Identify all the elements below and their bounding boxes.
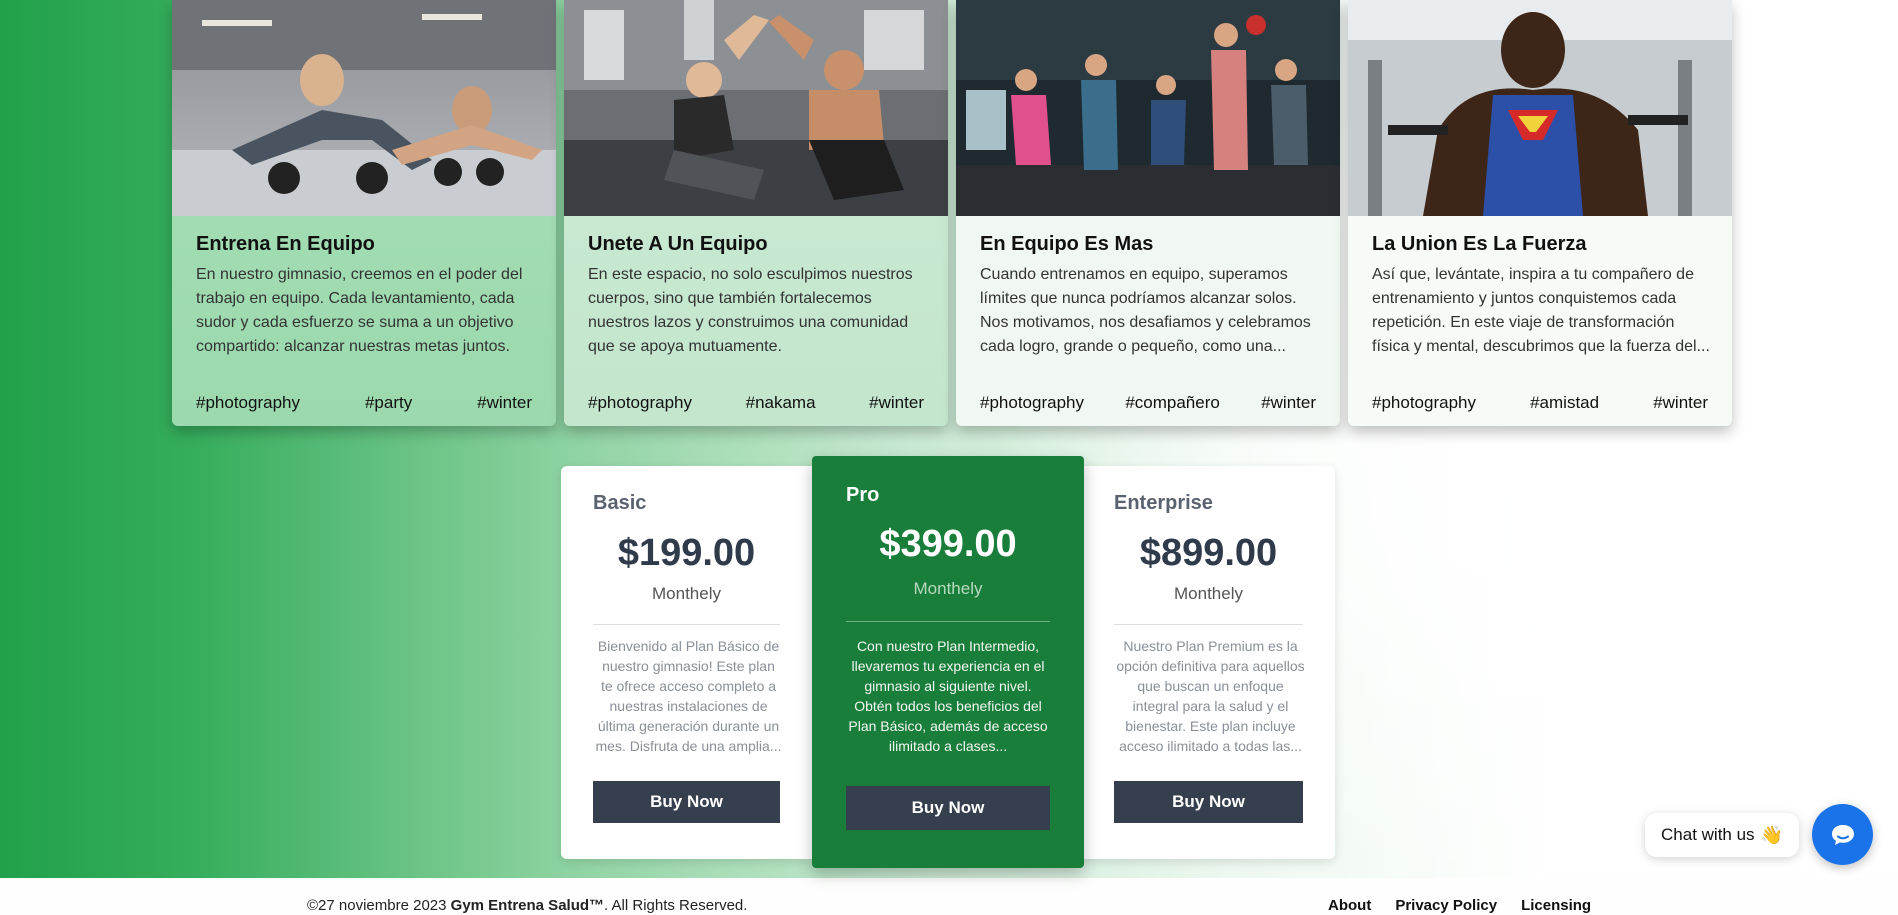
card-tag[interactable]: #party — [365, 393, 412, 413]
blog-card[interactable]: Unete A Un Equipo En este espacio, no so… — [564, 0, 948, 426]
card-title: En Equipo Es Mas — [980, 233, 1154, 255]
copyright-date: ©27 noviembre 2023 — [307, 897, 447, 914]
card-tag[interactable]: #photography — [980, 393, 1084, 413]
buy-now-button-enterprise[interactable]: Buy Now — [1114, 781, 1303, 823]
plan-period: Monthely — [913, 579, 983, 598]
brand-name: Gym Entrena Salud™ — [450, 897, 605, 914]
card-tag[interactable]: #winter — [1653, 393, 1708, 413]
card-tag[interactable]: #winter — [869, 393, 924, 413]
card-text: Cuando entrenamos en equipo, superamos l… — [980, 266, 1311, 355]
plan-price: $899.00 — [1139, 532, 1278, 574]
card-tag[interactable]: #compañero — [1125, 393, 1220, 413]
plan-card-basic: Basic $199.00 Monthely Bienvenido al Pla… — [561, 466, 812, 859]
footer: ©27 noviembre 2023 Gym Entrena Salud™. A… — [0, 878, 1898, 915]
plan-name: Pro — [846, 484, 880, 506]
card-text: En este espacio, no solo esculpimos nues… — [588, 266, 913, 355]
chat-with-us-button[interactable]: Chat with us 👋 — [1645, 813, 1799, 857]
plan-divider — [846, 621, 1050, 622]
card-title: Entrena En Equipo — [196, 233, 375, 255]
plan-name: Basic — [593, 492, 647, 514]
copyright-rights: . All Rights Reserved. — [604, 897, 748, 914]
card-text: En nuestro gimnasio, creemos en el poder… — [196, 266, 523, 355]
waving-hand-icon: 👋 — [1760, 824, 1783, 845]
card-text: Así que, levántate, inspira a tu compañe… — [1372, 266, 1710, 355]
card-tags: #photography #compañero #winter — [980, 393, 1316, 413]
plan-description: Bienvenido al Plan Básico de nuestro gim… — [595, 638, 782, 754]
chat-bubble-icon — [1831, 824, 1854, 845]
card-image-group-class — [956, 0, 1340, 216]
plan-divider — [1114, 624, 1303, 625]
plan-card-pro: Pro $399.00 Monthely Con nuestro Plan In… — [812, 456, 1084, 868]
card-tag[interactable]: #photography — [588, 393, 692, 413]
plan-price: $399.00 — [879, 523, 1017, 565]
footer-link-about[interactable]: About — [1328, 897, 1371, 914]
card-image-high-five — [564, 0, 948, 216]
card-title: Unete A Un Equipo — [588, 233, 768, 255]
copyright: ©27 noviembre 2023 Gym Entrena Salud™. A… — [307, 897, 747, 914]
plan-period: Monthely — [1174, 584, 1243, 603]
card-tags: #photography #party #winter — [196, 393, 532, 413]
blog-card[interactable]: Entrena En Equipo En nuestro gimnasio, c… — [172, 0, 556, 426]
chat-label: Chat with us — [1661, 825, 1755, 844]
footer-links: About Privacy Policy Licensing — [1328, 897, 1591, 914]
plan-price: $199.00 — [617, 532, 756, 574]
card-tag[interactable]: #photography — [196, 393, 300, 413]
blog-card[interactable]: En Equipo Es Mas Cuando entrenamos en eq… — [956, 0, 1340, 426]
chat-launcher-button[interactable] — [1812, 804, 1873, 865]
blog-card[interactable]: La Union Es La Fuerza Así que, levántate… — [1348, 0, 1732, 426]
card-tags: #photography #nakama #winter — [588, 393, 924, 413]
plan-card-enterprise: Enterprise $899.00 Monthely Nuestro Plan… — [1082, 466, 1335, 859]
card-tag[interactable]: #amistad — [1530, 393, 1599, 413]
plan-divider — [593, 624, 780, 625]
footer-link-privacy-policy[interactable]: Privacy Policy — [1395, 897, 1497, 914]
plan-period: Monthely — [652, 584, 721, 603]
card-tags: #photography #amistad #winter — [1372, 393, 1708, 413]
plan-name: Enterprise — [1114, 492, 1213, 514]
buy-now-button-pro[interactable]: Buy Now — [846, 786, 1050, 830]
card-image-team-pushups — [172, 0, 556, 216]
footer-link-licensing[interactable]: Licensing — [1521, 897, 1591, 914]
plan-description: Nuestro Plan Premium es la opción defini… — [1116, 638, 1305, 754]
card-tag[interactable]: #winter — [477, 393, 532, 413]
card-tag[interactable]: #nakama — [746, 393, 816, 413]
buy-now-button-basic[interactable]: Buy Now — [593, 781, 780, 823]
blog-cards: Entrena En Equipo En nuestro gimnasio, c… — [172, 0, 1732, 426]
card-title: La Union Es La Fuerza — [1372, 233, 1587, 255]
plan-description: Con nuestro Plan Intermedio, llevaremos … — [848, 638, 1048, 754]
card-image-strong-man — [1348, 0, 1732, 216]
card-tag[interactable]: #winter — [1261, 393, 1316, 413]
card-tag[interactable]: #photography — [1372, 393, 1476, 413]
